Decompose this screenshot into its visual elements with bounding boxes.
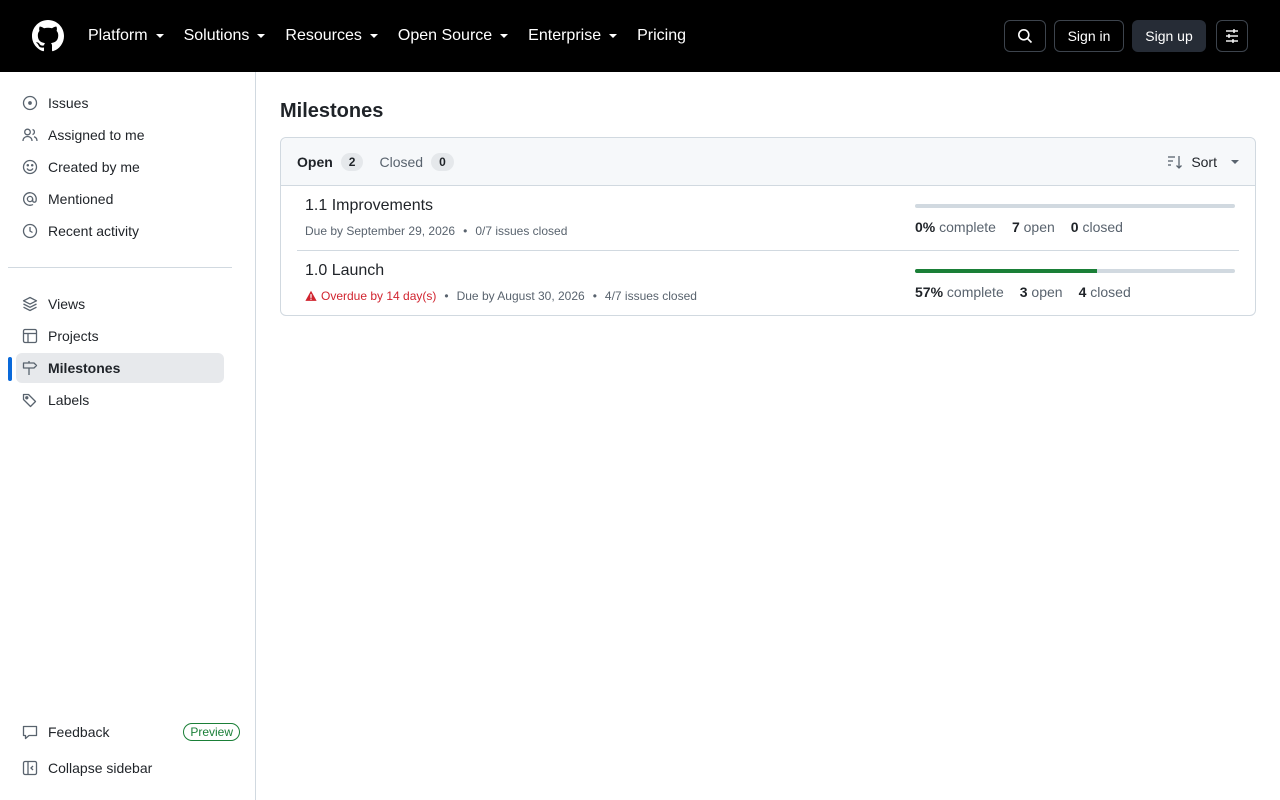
milestone-stats: 0% complete 7 open 0 closed bbox=[915, 219, 1139, 235]
sidebar-divider bbox=[8, 267, 232, 268]
header-actions: Sign in Sign up bbox=[1004, 20, 1248, 52]
chevron-down-icon bbox=[369, 34, 378, 38]
tab-closed[interactable]: Closed 0 bbox=[379, 152, 454, 171]
global-header: Platform Solutions Resources Open Source… bbox=[0, 0, 1280, 72]
search-icon bbox=[1018, 29, 1033, 44]
issues-closed: 4/7 issues closed bbox=[604, 289, 697, 303]
people-icon bbox=[22, 127, 38, 143]
sidebar-item-mentioned[interactable]: Mentioned bbox=[16, 184, 224, 214]
nav-pricing[interactable]: Pricing bbox=[637, 20, 686, 52]
nav-resources[interactable]: Resources bbox=[285, 20, 378, 52]
sort-icon bbox=[1168, 155, 1183, 169]
sort-button[interactable]: Sort bbox=[1167, 154, 1239, 170]
issues-closed: 0/7 issues closed bbox=[475, 224, 568, 238]
separator-dot: • bbox=[463, 224, 468, 238]
milestones-box-header: Open 2 Closed 0 Sort bbox=[281, 138, 1255, 186]
open-counter: 2 bbox=[340, 152, 364, 171]
chevron-down-icon bbox=[609, 34, 618, 38]
separator-dot: • bbox=[444, 289, 449, 303]
active-indicator bbox=[8, 357, 12, 381]
milestone-meta: Due by September 29, 2026 • 0/7 issues c… bbox=[305, 224, 567, 238]
tag-icon bbox=[22, 392, 38, 408]
milestones-box: Open 2 Closed 0 Sort 1.1 Improvements Du… bbox=[280, 137, 1256, 316]
nav-platform[interactable]: Platform bbox=[88, 20, 164, 52]
chevron-down-icon bbox=[257, 34, 266, 38]
sidebar-item-issues[interactable]: Issues bbox=[16, 88, 224, 118]
progress-bar bbox=[915, 204, 1235, 208]
collapse-sidebar-button[interactable]: Collapse sidebar bbox=[16, 753, 224, 783]
alert-icon bbox=[305, 290, 317, 301]
closed-issues-count: 4 closed bbox=[1078, 284, 1131, 300]
progress-fill bbox=[915, 269, 1098, 273]
sidebar-item-views[interactable]: Views bbox=[16, 289, 224, 319]
sidebar-item-recent-activity[interactable]: Recent activity bbox=[16, 216, 224, 246]
due-date: Due by August 30, 2026 bbox=[456, 289, 585, 303]
comment-icon bbox=[22, 724, 38, 740]
open-issues-count: 3 open bbox=[1019, 284, 1063, 300]
sidebar: Issues Assigned to me Created by me Ment… bbox=[0, 72, 256, 800]
settings-button[interactable] bbox=[1216, 20, 1248, 52]
milestone-meta: Overdue by 14 day(s) • Due by August 30,… bbox=[305, 289, 697, 303]
clock-icon bbox=[22, 223, 38, 239]
milestone-row: 1.0 Launch Overdue by 14 day(s) • Due by… bbox=[297, 251, 1239, 316]
sidebar-item-projects[interactable]: Projects bbox=[16, 321, 224, 351]
overdue-status: Overdue by 14 day(s) bbox=[305, 289, 436, 303]
tab-open[interactable]: Open 2 bbox=[297, 152, 364, 171]
closed-counter: 0 bbox=[431, 152, 454, 171]
sidebar-item-created[interactable]: Created by me bbox=[16, 152, 224, 182]
sign-in-button[interactable]: Sign in bbox=[1054, 20, 1124, 52]
table-icon bbox=[22, 328, 38, 344]
chevron-down-icon bbox=[1231, 159, 1239, 164]
sidebar-item-feedback[interactable]: Feedback Preview bbox=[16, 717, 240, 747]
main-nav: Platform Solutions Resources Open Source… bbox=[88, 20, 706, 52]
main-content: Milestones Open 2 Closed 0 Sort 1.1 Impr… bbox=[256, 72, 1280, 800]
sidebar-item-labels[interactable]: Labels bbox=[16, 385, 224, 415]
nav-open-source[interactable]: Open Source bbox=[398, 20, 509, 52]
sliders-icon bbox=[1226, 29, 1238, 43]
milestone-icon bbox=[22, 360, 38, 376]
github-logo-icon[interactable] bbox=[32, 20, 64, 52]
search-button[interactable] bbox=[1004, 20, 1046, 52]
separator-dot: • bbox=[592, 289, 597, 303]
preview-badge: Preview bbox=[183, 723, 240, 741]
milestone-stats: 57% complete 3 open 4 closed bbox=[915, 284, 1147, 300]
issue-opened-icon bbox=[22, 95, 38, 111]
page-title: Milestones bbox=[280, 100, 384, 122]
chevron-down-icon bbox=[500, 34, 509, 38]
nav-solutions[interactable]: Solutions bbox=[184, 20, 266, 52]
stack-icon bbox=[22, 296, 38, 312]
smiley-icon bbox=[22, 159, 38, 175]
percent-complete: 0% complete bbox=[915, 219, 996, 235]
chevron-down-icon bbox=[155, 34, 164, 38]
due-date: Due by September 29, 2026 bbox=[305, 224, 456, 238]
progress-bar bbox=[915, 269, 1235, 273]
milestone-title-link[interactable]: 1.1 Improvements bbox=[305, 197, 433, 215]
milestone-title-link[interactable]: 1.0 Launch bbox=[305, 262, 384, 280]
sign-up-button[interactable]: Sign up bbox=[1132, 20, 1206, 52]
closed-issues-count: 0 closed bbox=[1070, 219, 1123, 235]
mention-icon bbox=[22, 191, 38, 207]
sidebar-collapse-icon bbox=[22, 760, 38, 776]
nav-enterprise[interactable]: Enterprise bbox=[528, 20, 618, 52]
sidebar-item-assigned[interactable]: Assigned to me bbox=[16, 120, 224, 150]
open-issues-count: 7 open bbox=[1011, 219, 1055, 235]
milestone-row: 1.1 Improvements Due by September 29, 20… bbox=[297, 186, 1239, 251]
percent-complete: 57% complete bbox=[915, 284, 1004, 300]
sidebar-item-milestones[interactable]: Milestones bbox=[16, 353, 224, 383]
